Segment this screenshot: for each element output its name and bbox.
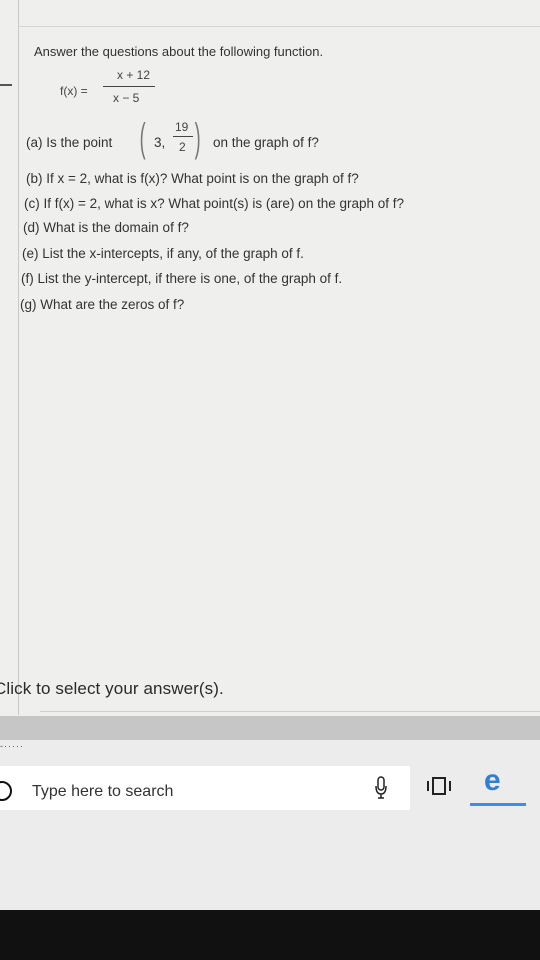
page-border-top — [18, 26, 540, 27]
question-f: (f) List the y-intercept, if there is on… — [21, 271, 343, 286]
function-denominator: x − 5 — [113, 91, 140, 105]
question-c: (c) If f(x) = 2, what is x? What point(s… — [24, 196, 405, 211]
screen: Answer the questions about the following… — [0, 0, 540, 960]
left-paren: ( — [139, 116, 146, 160]
click-to-select-prompt[interactable]: Click to select your answer(s). — [0, 679, 224, 699]
task-view-icon[interactable] — [424, 776, 454, 796]
page-border-left — [18, 0, 19, 715]
question-a-point-x: 3, — [154, 135, 166, 150]
ellipsis-mark: -····· — [0, 741, 24, 751]
question-a-fraction-bar — [173, 136, 193, 137]
footer-band — [0, 716, 540, 740]
question-b: (b) If x = 2, what is f(x)? What point i… — [26, 171, 359, 186]
question-a-point-y-denominator: 2 — [179, 140, 186, 154]
taskbar — [0, 738, 540, 918]
function-fraction-bar — [103, 86, 155, 87]
microphone-icon[interactable] — [374, 776, 388, 800]
question-e: (e) List the x-intercepts, if any, of th… — [22, 246, 304, 261]
right-paren: ) — [194, 116, 201, 160]
question-a-point-y-numerator: 19 — [175, 120, 189, 134]
monitor-bezel — [0, 910, 540, 960]
search-input[interactable]: Type here to search — [32, 783, 173, 801]
edge-active-indicator — [470, 803, 526, 806]
function-numerator: x + 12 — [117, 68, 151, 82]
problem-intro: Answer the questions about the following… — [34, 44, 324, 59]
edge-browser-icon[interactable]: e — [484, 764, 501, 798]
problem-page: Answer the questions about the following… — [0, 0, 540, 738]
bottom-divider — [40, 711, 540, 712]
function-label: f(x) = — [60, 84, 88, 98]
question-a-suffix: on the graph of f? — [213, 135, 319, 150]
question-a-prefix: (a) Is the point — [26, 135, 113, 150]
question-d: (d) What is the domain of f? — [23, 220, 189, 235]
question-g: (g) What are the zeros of f? — [20, 297, 185, 312]
edge-tick — [0, 84, 12, 86]
